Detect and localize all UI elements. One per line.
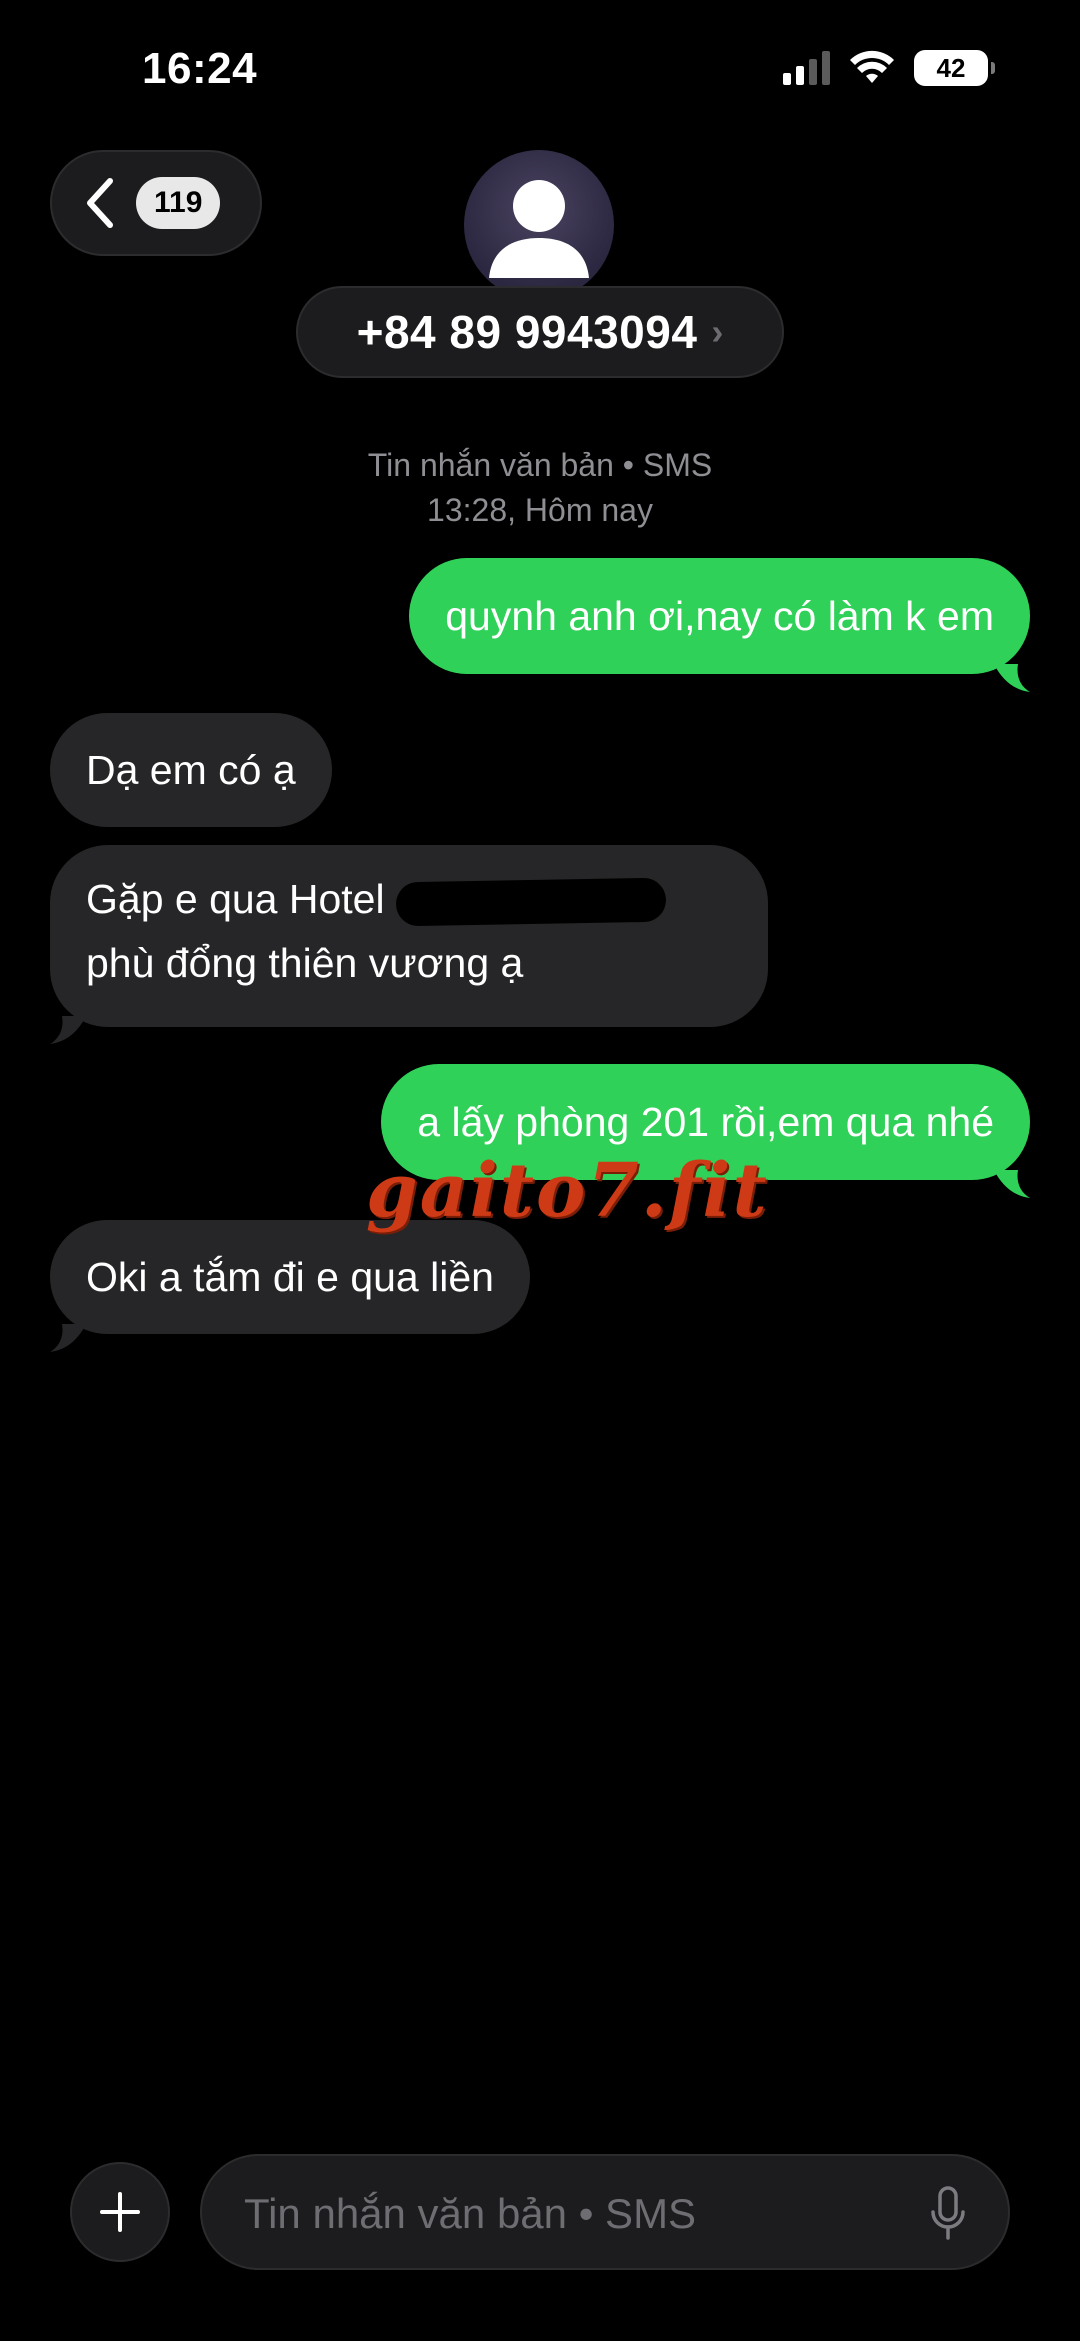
person-icon [489, 180, 589, 278]
unread-count-badge: 119 [136, 177, 221, 229]
bubble-tail [994, 664, 1030, 692]
service-label: Tin nhắn văn bản • SMS [367, 447, 713, 483]
message-line: Gặp e qua Hotel [86, 867, 732, 931]
plus-icon [100, 2192, 140, 2232]
contact-name-button[interactable]: +84 89 9943094 › [296, 286, 784, 378]
status-time: 16:24 [142, 44, 258, 93]
thread-timestamp: 13:28, Hôm nay [427, 492, 653, 528]
message-bubble-outgoing[interactable]: quynh anh ơi,nay có làm k em [409, 558, 1030, 674]
battery-icon: 42 [914, 50, 995, 86]
message-text: a lấy phòng 201 rồi,em qua nhé [417, 1099, 994, 1145]
redaction-mark [395, 877, 667, 927]
message-bubble-incoming[interactable]: Dạ em có ạ [50, 713, 332, 827]
bubble-tail [994, 1170, 1030, 1198]
bubble-tail [50, 1324, 86, 1352]
bubble-tail [50, 1016, 86, 1044]
wifi-icon [850, 50, 894, 83]
message-text: quynh anh ơi,nay có làm k em [445, 593, 994, 639]
status-icons: 42 [783, 50, 995, 86]
message-bubble-incoming[interactable]: Gặp e qua Hotel phù đổng thiên vương ạ [50, 845, 768, 1027]
battery-level: 42 [936, 52, 966, 83]
add-attachment-button[interactable] [70, 2162, 170, 2262]
back-chevron-icon [87, 178, 113, 228]
contact-name: +84 89 9943094 [356, 306, 698, 358]
messages-screen: 16:24 42 119 +84 89 9943094 › Tin nhắn v… [0, 0, 1080, 2341]
back-button[interactable]: 119 [50, 150, 262, 256]
message-text: Oki a tắm đi e qua liền [86, 1254, 494, 1300]
watermark: gaito7.fit [366, 1148, 769, 1234]
message-text: phù đổng thiên vương ạ [86, 940, 524, 986]
message-input[interactable]: Tin nhắn văn bản • SMS [200, 2154, 1010, 2270]
contact-avatar[interactable] [464, 150, 614, 300]
message-input-placeholder: Tin nhắn văn bản • SMS [244, 2190, 697, 2237]
chevron-right-icon: › [711, 311, 724, 352]
signal-icon [783, 51, 830, 85]
message-text: Gặp e qua Hotel [86, 876, 385, 922]
message-text: Dạ em có ạ [86, 747, 296, 793]
mic-icon[interactable] [928, 2184, 968, 2244]
message-bubble-incoming[interactable]: Oki a tắm đi e qua liền [50, 1220, 530, 1334]
